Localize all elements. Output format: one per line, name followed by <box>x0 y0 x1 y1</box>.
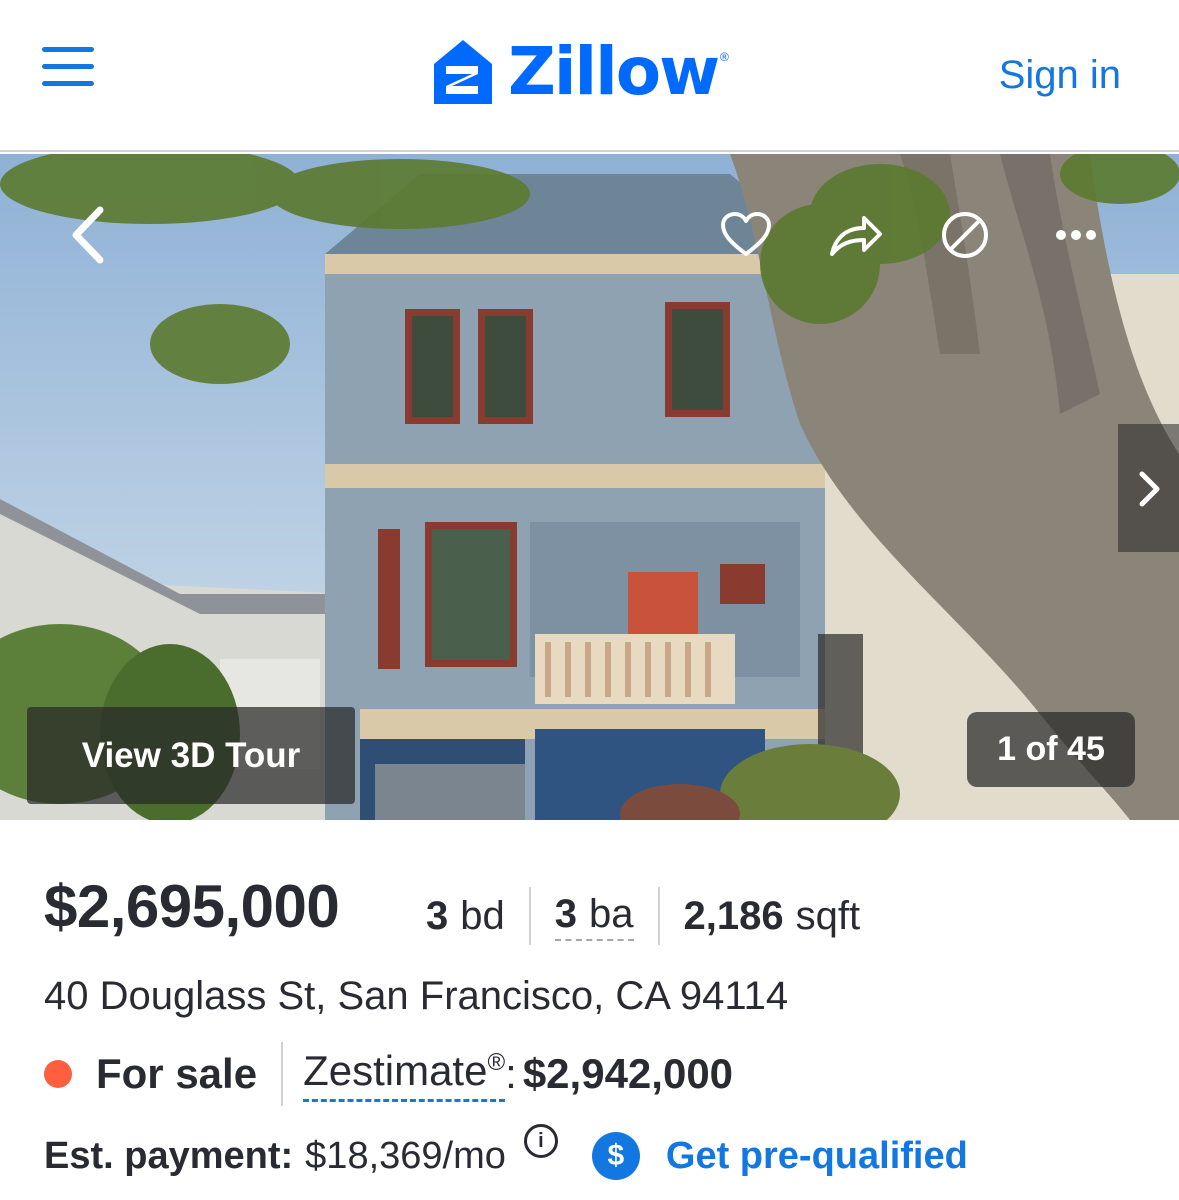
est-payment-label: Est. payment: <box>44 1134 294 1177</box>
baths-number: 3 <box>554 891 577 936</box>
logo-registered-mark: ® <box>720 50 729 64</box>
baths-unit: ba <box>589 891 634 936</box>
logo-text: Zillow <box>508 33 720 110</box>
beds-unit: bd <box>460 893 505 938</box>
share-icon[interactable] <box>828 214 884 258</box>
beds-fact: 3 bd <box>426 894 505 939</box>
menu-icon[interactable] <box>42 47 94 87</box>
home-facts: 3 bd 3 ba 2,186 sqft <box>426 887 861 945</box>
dollar-icon: $ <box>591 1132 640 1180</box>
est-payment-value: $18,369/mo <box>305 1134 506 1177</box>
info-icon[interactable]: i <box>523 1124 558 1158</box>
fact-divider <box>657 887 660 945</box>
zestimate-colon: : <box>505 1050 517 1097</box>
photo-counter: 1 of 45 <box>967 712 1135 787</box>
get-prequalified-link[interactable]: $ Get pre-qualified <box>591 1132 968 1180</box>
status-label: For sale <box>96 1050 258 1097</box>
view-3d-tour-button[interactable]: View 3D Tour <box>27 707 355 804</box>
baths-fact[interactable]: 3 ba <box>554 891 634 941</box>
fact-divider <box>528 887 531 945</box>
zillow-logo[interactable]: Zillow ® <box>432 36 729 108</box>
sqft-number: 2,186 <box>683 893 784 938</box>
payment-row: Est. payment: $18,369/mo i $ Get pre-qua… <box>44 1124 968 1184</box>
get-prequalified-label: Get pre-qualified <box>665 1134 968 1177</box>
sign-in-link[interactable]: Sign in <box>999 53 1121 98</box>
more-icon[interactable] <box>1054 228 1098 242</box>
status-dot-icon <box>44 1060 72 1088</box>
heart-icon[interactable] <box>720 212 772 258</box>
listing-price: $2,695,000 <box>44 873 340 940</box>
zestimate-link[interactable]: Zestimate® <box>303 1046 506 1102</box>
next-chevron-icon <box>1139 471 1160 507</box>
status-row: For sale Zestimate®: $2,942,000 <box>44 1042 733 1106</box>
beds-number: 3 <box>426 893 449 938</box>
sqft-fact: 2,186 sqft <box>684 894 861 939</box>
top-header: Zillow ® Sign in <box>0 0 1179 152</box>
sqft-unit: sqft <box>795 893 861 938</box>
zestimate-label: Zestimate <box>303 1046 488 1094</box>
zestimate-value: $2,942,000 <box>522 1050 734 1097</box>
zestimate-reg-mark: ® <box>487 1048 506 1076</box>
back-chevron-icon[interactable] <box>66 204 110 266</box>
status-divider <box>281 1042 284 1106</box>
next-photo-button[interactable] <box>1118 424 1179 552</box>
zillow-logo-icon <box>434 40 492 104</box>
listing-address: 40 Douglass St, San Francisco, CA 94114 <box>44 974 789 1018</box>
hide-icon[interactable] <box>940 210 990 260</box>
